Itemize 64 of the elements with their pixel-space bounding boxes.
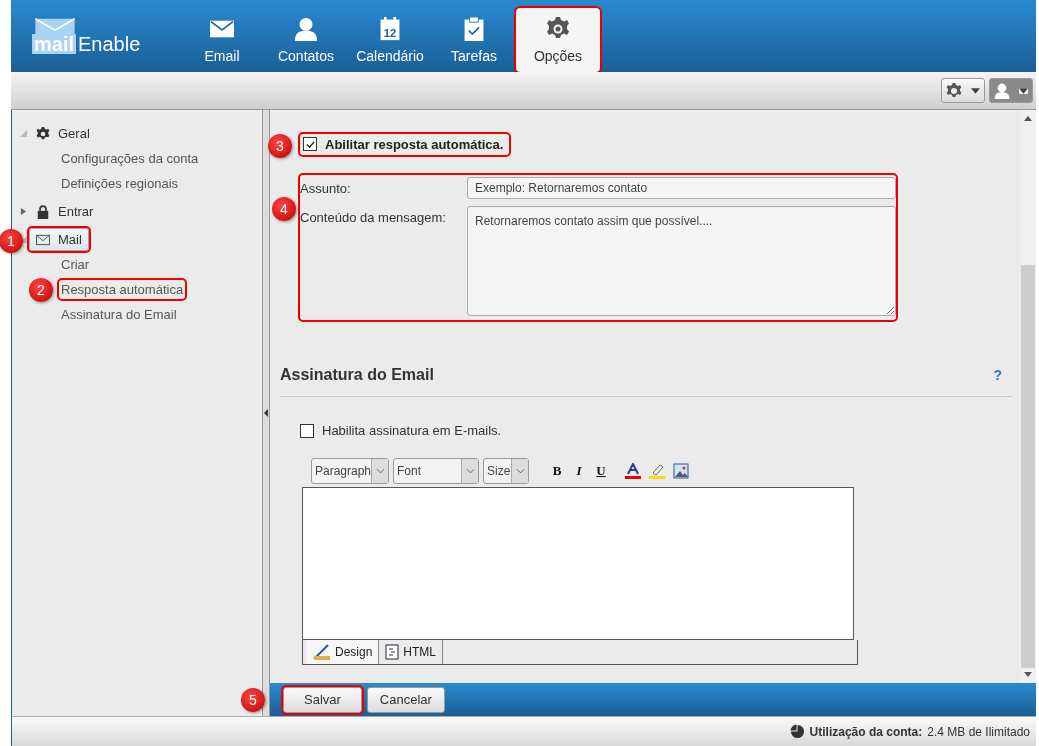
callout-badge: 1	[0, 229, 23, 253]
tree-item[interactable]: Criar	[59, 255, 92, 274]
format-dropdown[interactable]: Size	[483, 458, 529, 484]
image-icon[interactable]	[673, 463, 689, 479]
gear-icon	[36, 126, 50, 141]
format-dropdown[interactable]: Paragraph	[311, 458, 389, 484]
tree-item[interactable]: Configurações da conta	[59, 149, 201, 168]
document-icon	[385, 643, 400, 660]
editor-tab[interactable]: HTML	[379, 639, 444, 664]
status-label: Utilização da conta:	[809, 724, 923, 739]
chevron-down-icon	[375, 468, 385, 474]
scroll-down-icon[interactable]	[1024, 672, 1032, 677]
status-value: 2.4 MB de Ilimitado	[927, 724, 1030, 739]
field-label: Assunto:	[300, 180, 352, 198]
message-field[interactable]: Retornaremos contato assim que possível....	[467, 206, 896, 316]
caret-icon	[1018, 87, 1028, 94]
collapsed-triangle-icon[interactable]	[20, 208, 27, 215]
highlighter-icon[interactable]	[649, 463, 665, 479]
pencil-ruler-icon	[313, 643, 331, 660]
person-icon	[994, 82, 1011, 99]
chevron-down-icon	[515, 468, 525, 474]
envelope-icon	[36, 232, 50, 247]
section-title: Assinatura do Email	[280, 366, 434, 384]
collapse-arrow-icon[interactable]	[264, 409, 268, 417]
nav-tab[interactable]: Email	[180, 8, 264, 72]
calendar-icon: 12	[378, 17, 402, 41]
nav-tab[interactable]: Contatos	[264, 8, 348, 72]
editor-tab[interactable]: Design	[307, 639, 380, 664]
nav-tab[interactable]: Tarefas	[432, 8, 516, 72]
callout-badge: 3	[268, 133, 292, 158]
chevron-down-icon	[465, 468, 475, 474]
person-icon	[294, 17, 318, 41]
scroll-up-icon[interactable]	[1024, 116, 1032, 121]
clipboard-check-icon	[462, 17, 486, 41]
action-button[interactable]: Cancelar	[366, 686, 445, 713]
logo: mail Enable	[11, 0, 152, 72]
format-dropdown[interactable]: Font	[393, 458, 479, 484]
tree-item[interactable]: Definições regionais	[59, 174, 181, 193]
lock-icon	[36, 204, 50, 219]
tree-item[interactable]: Geral	[29, 122, 97, 145]
subject-field[interactable]: Exemplo: Retornaremos contato	[467, 177, 896, 199]
settings-icon	[946, 82, 963, 99]
help-link[interactable]: ?	[993, 367, 1002, 383]
tree-item[interactable]: Entrar	[29, 200, 101, 223]
format-button[interactable]: U	[591, 463, 611, 479]
nav-tab[interactable]: Opções	[516, 8, 600, 72]
settings-icon	[546, 17, 570, 41]
action-button[interactable]: Salvar	[283, 686, 362, 713]
callout-badge: 2	[29, 277, 53, 302]
user-menu-button[interactable]	[989, 78, 1033, 103]
settings-menu-button[interactable]	[941, 78, 985, 103]
tree-item[interactable]: Assinatura do Email	[59, 305, 179, 324]
scrollbar[interactable]	[1020, 110, 1036, 683]
envelope-logo-icon	[32, 18, 78, 36]
format-button[interactable]: I	[569, 463, 589, 479]
signature-checkbox[interactable]: Habilita assinatura em E-mails.	[300, 423, 502, 438]
caret-icon	[970, 87, 980, 94]
tree-item[interactable]: Resposta automática	[59, 280, 186, 299]
nav-tab[interactable]: 12 Calendário	[348, 8, 432, 72]
format-button[interactable]: B	[547, 463, 567, 479]
text-color-icon[interactable]	[625, 463, 641, 479]
callout-badge: 4	[272, 197, 296, 221]
pie-icon	[789, 724, 805, 739]
field-label: Conteúdo da mensagem:	[300, 209, 447, 227]
